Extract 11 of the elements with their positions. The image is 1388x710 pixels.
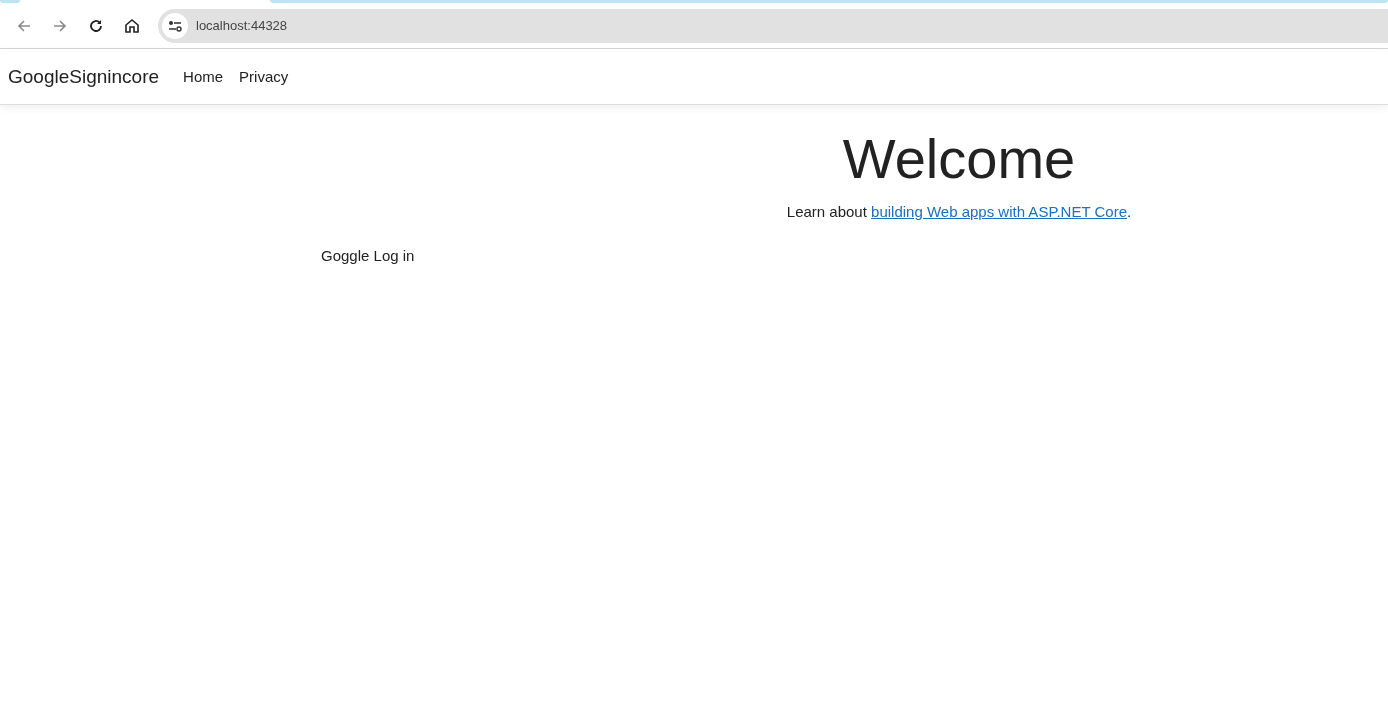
- intro-text: Learn about building Web apps with ASP.NET Core.: [786, 203, 1132, 220]
- nav-link[interactable]: Privacy: [231, 68, 297, 85]
- address-field[interactable]: localhost:44328: [158, 8, 1388, 43]
- nav-link[interactable]: Home: [175, 68, 232, 85]
- tab-strip: [0, 0, 20, 3]
- url-text: localhost:44328: [196, 18, 288, 33]
- welcome-heading: Welcome: [842, 127, 1076, 191]
- docs-link[interactable]: building Web apps with ASP.NET Core: [871, 203, 1128, 220]
- site-settings-icon[interactable]: [162, 12, 188, 39]
- brand-link[interactable]: GoogleSignincore: [8, 65, 160, 88]
- login-link[interactable]: Goggle Log in: [321, 247, 415, 264]
